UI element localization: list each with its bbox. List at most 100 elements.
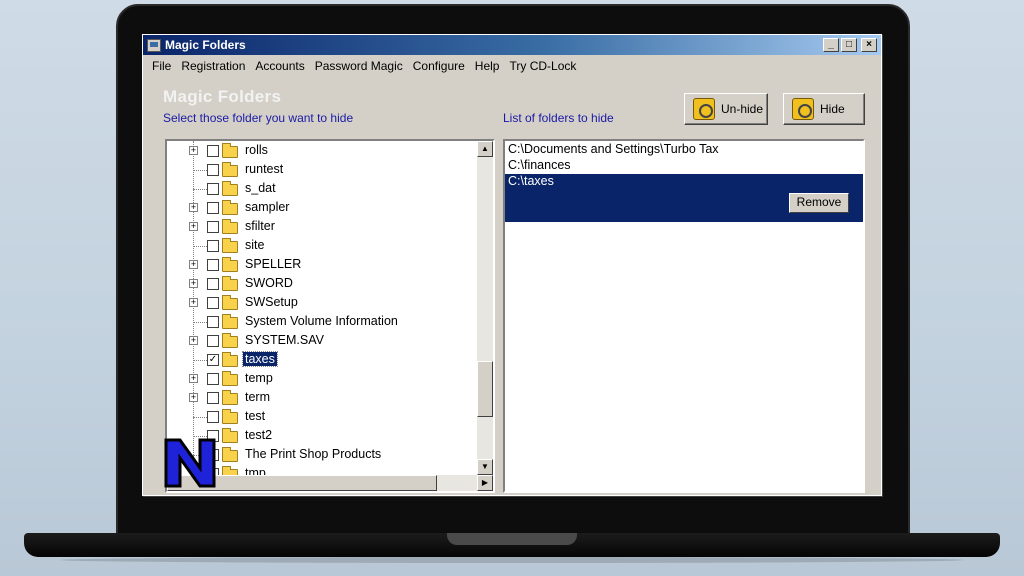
vertical-scrollbar[interactable]: ▲ ▼ — [477, 141, 493, 475]
menu-password-magic[interactable]: Password Magic — [310, 59, 408, 73]
expand-icon[interactable]: + — [189, 146, 198, 155]
folder-checkbox[interactable] — [207, 259, 219, 271]
menu-registration[interactable]: Registration — [176, 59, 250, 73]
scroll-down-icon[interactable]: ▼ — [477, 459, 493, 475]
menu-file[interactable]: File — [147, 59, 176, 73]
laptop-shadow — [60, 557, 964, 563]
scroll-thumb[interactable] — [477, 361, 493, 417]
folder-checkbox[interactable] — [207, 335, 219, 347]
tree-connector — [193, 360, 207, 361]
folder-icon — [222, 162, 238, 177]
folder-checkbox[interactable] — [207, 392, 219, 404]
unhide-icon — [693, 98, 715, 120]
list-section-label: List of folders to hide — [503, 111, 614, 125]
folder-icon — [222, 447, 238, 462]
tree-item-label: SYSTEM.SAV — [245, 333, 324, 347]
tree-item-label: SWSetup — [245, 295, 298, 309]
list-item[interactable]: C:\Documents and Settings\Turbo Tax — [505, 142, 863, 158]
hidden-folders-list[interactable]: C:\Documents and Settings\Turbo Tax C:\f… — [503, 139, 865, 493]
expand-icon[interactable]: + — [189, 260, 198, 269]
page-title: Magic Folders — [163, 87, 282, 106]
unhide-button-label: Un-hide — [721, 102, 764, 116]
expand-icon[interactable]: + — [189, 203, 198, 212]
close-button[interactable]: × — [861, 38, 877, 52]
expand-icon[interactable]: + — [189, 374, 198, 383]
main-content: Magic Folders Select those folder you wa… — [143, 77, 881, 495]
folder-icon — [222, 409, 238, 424]
minimize-button[interactable]: _ — [823, 38, 839, 52]
folder-checkbox[interactable] — [207, 316, 219, 328]
scroll-up-icon[interactable]: ▲ — [477, 141, 493, 157]
folder-icon — [222, 143, 238, 158]
folder-icon — [222, 295, 238, 310]
tree-item-label: SWORD — [245, 276, 293, 290]
scroll-right-icon[interactable]: ▶ — [477, 475, 493, 491]
hide-button-label: Hide — [820, 102, 845, 116]
folder-checkbox[interactable] — [207, 145, 219, 157]
folder-checkbox[interactable] — [207, 373, 219, 385]
channel-logo — [164, 438, 216, 488]
menu-help[interactable]: Help — [470, 59, 505, 73]
folder-icon — [222, 390, 238, 405]
folder-icon — [222, 238, 238, 253]
tree-item-label: test2 — [245, 428, 273, 442]
tree-connector — [193, 246, 207, 247]
logo-n-shape — [164, 438, 216, 488]
laptop-notch — [447, 533, 577, 545]
maximize-button[interactable]: □ — [841, 38, 857, 52]
tree-item-label: rolls — [245, 143, 268, 157]
menu-configure[interactable]: Configure — [408, 59, 470, 73]
folder-checkbox[interactable] — [207, 411, 219, 423]
tree-item-label: temp — [245, 371, 273, 385]
tree-item-label: s_dat — [245, 181, 276, 195]
safe-icon — [792, 98, 814, 120]
folder-icon — [222, 219, 238, 234]
menu-accounts[interactable]: Accounts — [250, 59, 309, 73]
folder-checkbox[interactable] — [207, 297, 219, 309]
folder-icon — [222, 200, 238, 215]
folder-checkbox[interactable] — [207, 164, 219, 176]
folder-checkbox[interactable] — [207, 278, 219, 290]
tree-item-label: runtest — [245, 162, 284, 176]
folder-checkbox[interactable] — [207, 240, 219, 252]
tree-item-label: System Volume Information — [245, 314, 398, 328]
expand-icon[interactable]: + — [189, 279, 198, 288]
tree-item-label: taxes — [242, 351, 278, 367]
window-title: Magic Folders — [165, 38, 246, 52]
expand-icon[interactable]: + — [189, 393, 198, 402]
menu-bar: File Registration Accounts Password Magi… — [143, 55, 881, 77]
hide-button[interactable]: Hide — [783, 93, 865, 125]
folder-checkbox[interactable] — [207, 202, 219, 214]
expand-icon[interactable]: + — [189, 298, 198, 307]
expand-icon[interactable]: + — [189, 336, 198, 345]
folder-checkbox[interactable] — [207, 183, 219, 195]
tree-section-label: Select those folder you want to hide — [163, 111, 354, 125]
menu-try-cd-lock[interactable]: Try CD-Lock — [504, 59, 581, 73]
tree-connector — [193, 322, 207, 323]
tree-item-label: term — [245, 390, 270, 404]
folder-checkbox[interactable]: ✓ — [207, 354, 219, 366]
remove-button[interactable]: Remove — [789, 193, 849, 213]
tree-item-label: sampler — [245, 200, 290, 214]
folder-icon — [222, 371, 238, 386]
app-icon — [147, 38, 161, 52]
folder-icon — [222, 428, 238, 443]
tree-connector — [193, 417, 207, 418]
tree-connector — [193, 170, 207, 171]
list-item[interactable]: C:\finances — [505, 158, 863, 174]
folder-checkbox[interactable] — [207, 221, 219, 233]
tree-connector — [193, 189, 207, 190]
tree-item-label: SPELLER — [245, 257, 302, 271]
folder-icon — [222, 276, 238, 291]
folder-icon — [222, 333, 238, 348]
title-bar[interactable]: Magic Folders _ □ × — [143, 35, 881, 55]
unhide-button[interactable]: Un-hide — [684, 93, 768, 125]
folder-icon — [222, 257, 238, 272]
magic-folders-window: Magic Folders _ □ × File Registration Ac… — [142, 34, 882, 496]
expand-icon[interactable]: + — [189, 222, 198, 231]
tree-item-label: The Print Shop Products — [245, 447, 382, 461]
folder-icon — [222, 181, 238, 196]
folder-icon — [222, 314, 238, 329]
tree-item-label: test — [245, 409, 266, 423]
folder-icon — [222, 352, 238, 367]
